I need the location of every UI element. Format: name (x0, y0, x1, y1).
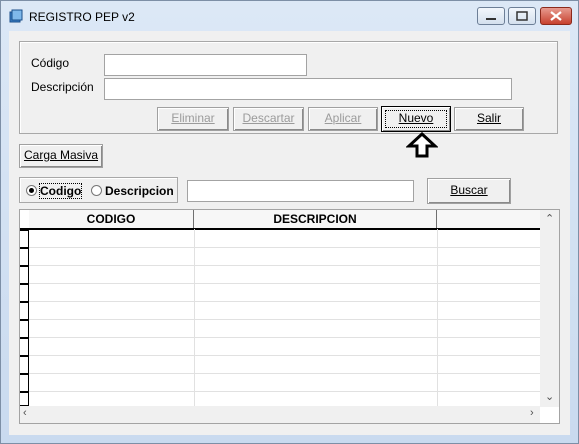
scroll-down-icon[interactable]: ⌄ (545, 390, 554, 403)
grid-column-line (437, 229, 438, 407)
row-marker (20, 266, 29, 284)
scroll-right-icon[interactable]: › (530, 407, 534, 419)
results-grid[interactable]: CODIGO DESCRIPCION ⌃ ⌄ ‹ › (19, 209, 560, 424)
scroll-left-icon[interactable]: ‹ (23, 407, 27, 419)
nuevo-button[interactable]: Nuevo (381, 106, 451, 132)
descripcion-label: Descripción (31, 80, 94, 94)
column-header-codigo[interactable]: CODIGO (29, 210, 194, 229)
header-divider (20, 228, 540, 230)
close-icon (550, 11, 562, 21)
column-header-extra[interactable] (437, 210, 540, 229)
radio-selected-icon (26, 185, 37, 196)
row-marker (20, 356, 29, 374)
buscar-button[interactable]: Buscar (427, 178, 511, 204)
radio-unselected-icon (91, 185, 102, 196)
maximize-icon (516, 11, 528, 21)
grid-row-line (29, 301, 540, 302)
codigo-label: Código (31, 56, 70, 70)
radio-descripcion-label: Descripcion (105, 184, 174, 198)
salir-button[interactable]: Salir (454, 107, 524, 131)
grid-row-line (29, 265, 540, 266)
client-area: Código Descripción Eliminar Descartar Ap… (9, 31, 570, 435)
up-arrow-icon (406, 132, 438, 158)
column-header-descripcion[interactable]: DESCRIPCION (194, 210, 437, 229)
window-title: REGISTRO PEP v2 (29, 10, 135, 24)
grid-row-line (29, 355, 540, 356)
row-marker (20, 302, 29, 320)
grid-row-line (29, 391, 540, 392)
search-type-group: Codigo Descripcion (19, 177, 178, 203)
grid-row-line (29, 373, 540, 374)
row-marker (20, 320, 29, 338)
grid-row-line (29, 319, 540, 320)
radio-codigo-label: Codigo (38, 183, 83, 199)
carga-masiva-button[interactable]: Carga Masiva (19, 144, 103, 168)
radio-descripcion[interactable]: Descripcion (91, 184, 174, 198)
descartar-button[interactable]: Descartar (233, 107, 304, 131)
horizontal-scrollbar[interactable]: ‹ › (20, 406, 540, 423)
minimize-icon (486, 18, 496, 20)
eliminar-button[interactable]: Eliminar (157, 107, 229, 131)
descripcion-input[interactable] (104, 78, 512, 100)
edit-group: Código Descripción Eliminar Descartar Ap… (19, 41, 558, 134)
minimize-button[interactable] (477, 7, 505, 25)
maximize-button[interactable] (508, 7, 536, 25)
codigo-input[interactable] (104, 54, 307, 76)
row-marker (20, 374, 29, 392)
row-marker (20, 248, 29, 266)
app-icon (9, 9, 23, 23)
grid-row-line (29, 247, 540, 248)
grid-row-line (29, 337, 540, 338)
vertical-scrollbar[interactable]: ⌃ ⌄ (540, 210, 559, 407)
search-input[interactable] (187, 180, 414, 202)
aplicar-button[interactable]: Aplicar (308, 107, 378, 131)
grid-column-line (194, 229, 195, 407)
title-bar[interactable]: REGISTRO PEP v2 (1, 1, 578, 31)
radio-codigo[interactable]: Codigo (26, 183, 83, 199)
main-window: REGISTRO PEP v2 Código Descripción Elimi… (0, 0, 579, 444)
row-marker (20, 338, 29, 356)
scroll-up-icon[interactable]: ⌃ (545, 212, 554, 225)
row-marker (20, 284, 29, 302)
row-marker (20, 230, 29, 248)
grid-row-line (29, 283, 540, 284)
row-marker (20, 392, 29, 406)
close-button[interactable] (540, 7, 572, 25)
